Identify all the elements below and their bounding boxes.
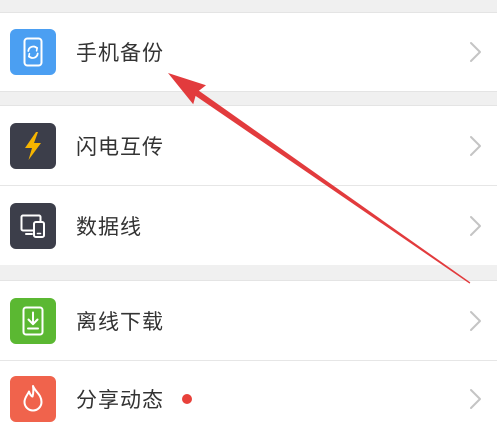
flame-icon bbox=[10, 376, 56, 422]
chevron-right-icon bbox=[469, 41, 483, 63]
download-icon bbox=[10, 297, 56, 344]
settings-row-share-moments[interactable]: 分享动态 bbox=[0, 360, 497, 437]
chevron-right-icon bbox=[469, 215, 483, 237]
settings-row-label: 数据线 bbox=[76, 214, 142, 239]
settings-row-label: 手机备份 bbox=[76, 41, 164, 65]
settings-row-label: 闪电互传 bbox=[76, 134, 164, 159]
chevron-right-icon bbox=[469, 388, 483, 410]
chevron-right-icon bbox=[469, 310, 483, 332]
settings-row-label: 离线下载 bbox=[76, 309, 164, 334]
phone-backup-icon bbox=[10, 29, 56, 75]
settings-row-data-cable[interactable]: 数据线 bbox=[0, 185, 497, 265]
lightning-icon bbox=[10, 122, 56, 169]
settings-row-offline-download[interactable]: 离线下载 bbox=[0, 280, 497, 360]
settings-row-label: 分享动态 bbox=[76, 384, 192, 414]
monitor-phone-icon bbox=[10, 202, 56, 249]
lightning-bolt-shape bbox=[25, 131, 41, 160]
settings-row-phone-backup[interactable]: 手机备份 bbox=[0, 12, 497, 92]
chevron-right-icon bbox=[469, 135, 483, 157]
settings-row-lightning-transfer[interactable]: 闪电互传 bbox=[0, 105, 497, 185]
notification-dot bbox=[182, 394, 192, 404]
